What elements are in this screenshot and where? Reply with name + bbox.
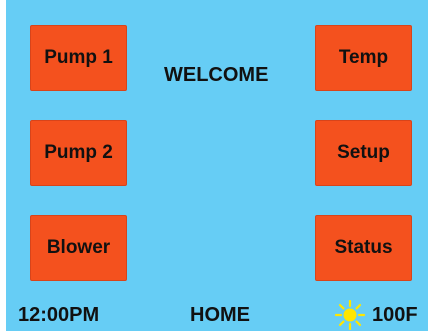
sun-icon [335, 300, 365, 330]
setup-button[interactable]: Setup [315, 120, 412, 186]
temperature-readout: 100F [372, 304, 418, 326]
page-title: HOME [190, 304, 250, 326]
clock-time: 12:00PM [18, 304, 100, 326]
pump-1-button[interactable]: Pump 1 [30, 25, 127, 91]
status-button[interactable]: Status [315, 215, 412, 281]
control-screen: Pump 1 Pump 2 Blower WELCOME Temp Setup … [6, 0, 428, 331]
blower-button[interactable]: Blower [30, 215, 127, 281]
pump-2-button[interactable]: Pump 2 [30, 120, 127, 186]
welcome-text: WELCOME [164, 64, 269, 86]
temp-button[interactable]: Temp [315, 25, 412, 91]
